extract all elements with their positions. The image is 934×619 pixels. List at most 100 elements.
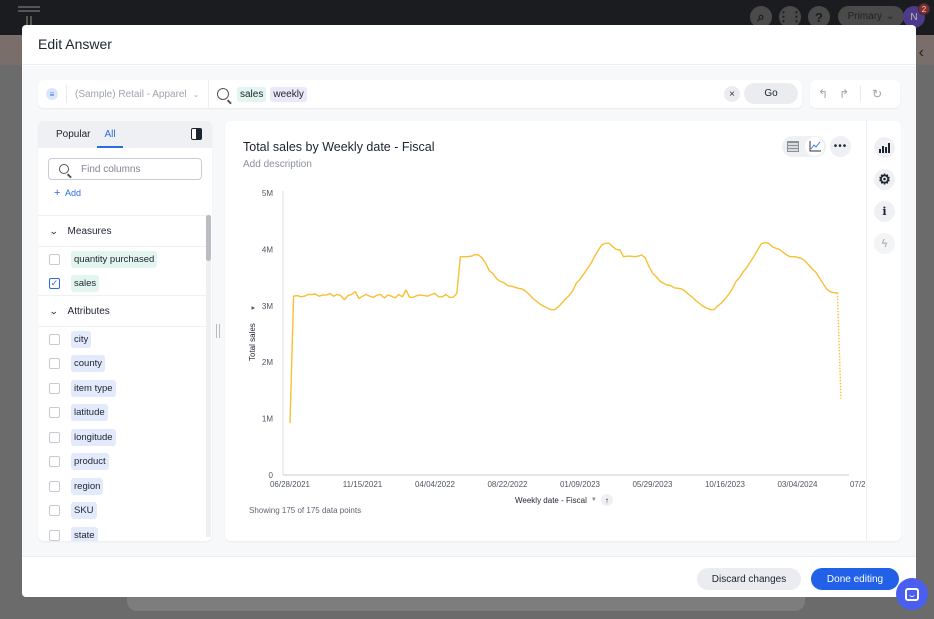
- data-point[interactable]: [401, 295, 404, 298]
- data-point[interactable]: [564, 298, 567, 301]
- panel-toggle-icon[interactable]: [191, 128, 202, 140]
- data-point[interactable]: [459, 255, 462, 258]
- done-editing-button[interactable]: Done editing: [811, 568, 899, 590]
- list-item[interactable]: region: [38, 474, 208, 499]
- data-point[interactable]: [368, 295, 371, 298]
- data-point[interactable]: [579, 278, 582, 281]
- data-point[interactable]: [814, 271, 817, 274]
- data-point[interactable]: [441, 295, 444, 298]
- data-point[interactable]: [314, 293, 317, 296]
- data-point[interactable]: [662, 282, 665, 285]
- data-point[interactable]: [372, 296, 375, 299]
- data-point[interactable]: [426, 295, 429, 298]
- section-attributes[interactable]: ⌄ Attributes: [38, 296, 208, 327]
- data-point[interactable]: [444, 293, 447, 296]
- data-point[interactable]: [756, 249, 759, 252]
- scrollbar-thumb[interactable]: [206, 215, 211, 261]
- data-point[interactable]: [419, 294, 422, 297]
- data-point[interactable]: [361, 295, 364, 298]
- data-point[interactable]: [615, 248, 618, 251]
- list-item[interactable]: city: [38, 327, 208, 352]
- data-point[interactable]: [506, 284, 509, 287]
- undo-icon[interactable]: ↰: [818, 87, 828, 101]
- panel-resize-handle[interactable]: [216, 324, 220, 338]
- data-point[interactable]: [332, 295, 335, 298]
- data-point[interactable]: [829, 290, 832, 293]
- data-point[interactable]: [763, 241, 766, 244]
- checkbox[interactable]: [49, 333, 60, 345]
- data-point[interactable]: [448, 296, 451, 299]
- checkbox[interactable]: [49, 431, 60, 443]
- data-point[interactable]: [687, 293, 690, 296]
- data-point[interactable]: [455, 292, 458, 295]
- data-point[interactable]: [318, 295, 321, 298]
- checkbox[interactable]: [49, 358, 60, 370]
- data-point[interactable]: [524, 290, 527, 293]
- data-point[interactable]: [521, 287, 524, 290]
- data-point[interactable]: [593, 255, 596, 258]
- data-point[interactable]: [785, 254, 788, 257]
- data-point[interactable]: [626, 255, 629, 258]
- data-point[interactable]: [651, 272, 654, 275]
- data-point[interactable]: [658, 280, 661, 283]
- list-item[interactable]: longitude: [38, 425, 208, 450]
- y-axis-title-chevron[interactable]: ▼: [251, 305, 257, 311]
- data-point[interactable]: [807, 263, 810, 266]
- data-point[interactable]: [397, 293, 400, 296]
- data-point[interactable]: [676, 287, 679, 290]
- data-point[interactable]: [466, 255, 469, 258]
- data-point[interactable]: [423, 294, 426, 297]
- data-point[interactable]: [354, 290, 357, 293]
- data-point[interactable]: [753, 255, 756, 258]
- list-item[interactable]: state: [38, 523, 208, 541]
- data-point[interactable]: [386, 294, 389, 297]
- data-point[interactable]: [408, 296, 411, 299]
- clear-search-button[interactable]: ×: [724, 86, 740, 102]
- list-item[interactable]: item type: [38, 376, 208, 401]
- data-point[interactable]: [390, 295, 393, 298]
- data-point[interactable]: [575, 282, 578, 285]
- data-point[interactable]: [666, 283, 669, 286]
- data-point[interactable]: [350, 293, 353, 296]
- datasource-selector[interactable]: (Sample) Retail - Apparel: [75, 89, 187, 100]
- data-point[interactable]: [376, 294, 379, 297]
- data-point[interactable]: [452, 296, 455, 299]
- section-measures[interactable]: ⌄ Measures: [38, 216, 208, 247]
- data-point[interactable]: [481, 256, 484, 259]
- list-item[interactable]: ✓ sales: [38, 272, 208, 296]
- data-point[interactable]: [745, 266, 748, 269]
- data-point[interactable]: [495, 277, 498, 280]
- tab-all[interactable]: All: [97, 129, 123, 148]
- sort-ascending-icon[interactable]: ↑: [600, 494, 613, 506]
- series-line[interactable]: [289, 241, 838, 424]
- chat-support-button[interactable]: [896, 578, 928, 610]
- data-point[interactable]: [383, 296, 386, 299]
- data-point[interactable]: [647, 265, 650, 268]
- data-point[interactable]: [673, 286, 676, 289]
- data-point[interactable]: [539, 303, 542, 306]
- data-point[interactable]: [611, 245, 614, 248]
- data-point[interactable]: [600, 243, 603, 246]
- list-item[interactable]: county: [38, 352, 208, 377]
- data-point[interactable]: [553, 308, 556, 311]
- data-point[interactable]: [716, 304, 719, 307]
- search-token-measure[interactable]: sales: [237, 86, 267, 102]
- data-point[interactable]: [691, 296, 694, 299]
- data-point[interactable]: [307, 293, 310, 296]
- data-point[interactable]: [792, 255, 795, 258]
- data-point[interactable]: [589, 262, 592, 265]
- data-point[interactable]: [325, 294, 328, 297]
- data-point[interactable]: [604, 242, 607, 245]
- data-point[interactable]: [800, 257, 803, 260]
- data-point[interactable]: [789, 255, 792, 258]
- x-axis-title[interactable]: Weekly date - Fiscal ▼ ↑: [515, 494, 613, 506]
- data-point[interactable]: [557, 305, 560, 308]
- data-point[interactable]: [622, 255, 625, 258]
- org-selector[interactable]: Primary ⌄: [838, 6, 904, 27]
- checkbox-checked[interactable]: ✓: [49, 277, 60, 289]
- data-point[interactable]: [633, 255, 636, 258]
- data-point[interactable]: [637, 255, 640, 258]
- data-point[interactable]: [303, 295, 306, 298]
- data-point[interactable]: [299, 295, 302, 298]
- data-point[interactable]: [488, 269, 491, 272]
